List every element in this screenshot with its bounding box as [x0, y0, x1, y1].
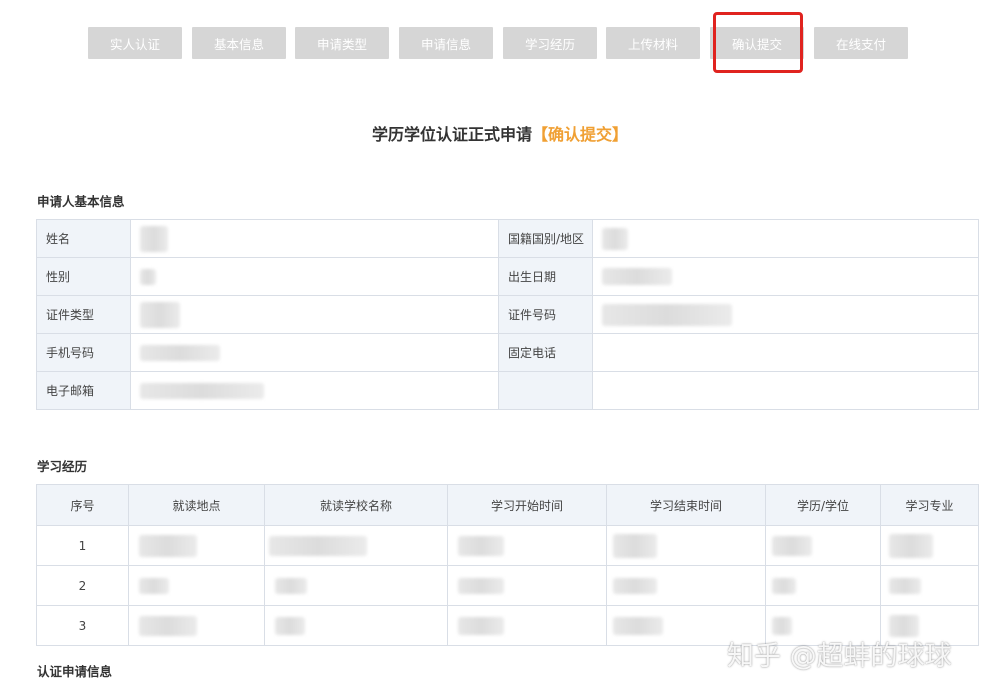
- step-application-type[interactable]: 申请类型: [295, 27, 389, 59]
- id-type-value: [130, 295, 499, 334]
- gender-label: 性别: [36, 257, 131, 296]
- redacted-cell: [765, 525, 881, 566]
- redacted-cell: [264, 565, 448, 606]
- redacted-value: [269, 535, 367, 556]
- nationality-label: 国籍国别/地区: [498, 219, 593, 258]
- table-row: 手机号码 固定电话: [36, 333, 979, 372]
- redacted-cell: [447, 565, 607, 606]
- mobile-label: 手机号码: [36, 333, 131, 372]
- redacted-value: [889, 577, 921, 594]
- zhihu-watermark: 知乎 @超蚌的球球: [727, 641, 952, 672]
- redacted-cell: [264, 525, 448, 566]
- table-row: 1: [36, 525, 979, 566]
- landline-label: 固定电话: [498, 333, 593, 372]
- birth-date-label: 出生日期: [498, 257, 593, 296]
- table-row: 证件类型 证件号码: [36, 295, 979, 334]
- redacted-value: [140, 301, 180, 328]
- row-index: 1: [36, 525, 129, 566]
- education-section-title: 学习经历: [37, 459, 88, 474]
- table-row: 2: [36, 565, 979, 606]
- redacted-value: [613, 616, 663, 635]
- redacted-value: [458, 616, 504, 635]
- step-real-name-auth[interactable]: 实人认证: [88, 27, 182, 59]
- redacted-value: [772, 535, 812, 556]
- redacted-value: [613, 577, 657, 594]
- education-table: 序号 就读地点 就读学校名称 学习开始时间 学习结束时间 学历/学位 学习专业 …: [36, 484, 979, 646]
- table-row: 姓名 国籍国别/地区: [36, 219, 979, 258]
- redacted-value: [275, 577, 307, 594]
- redacted-cell: [128, 605, 265, 646]
- column-header-end-time: 学习结束时间: [606, 484, 766, 526]
- redacted-cell: [264, 605, 448, 646]
- redacted-cell: [447, 525, 607, 566]
- redacted-value: [140, 225, 168, 252]
- redacted-value: [139, 577, 169, 594]
- redacted-value: [772, 616, 792, 635]
- column-header-start-time: 学习开始时间: [447, 484, 607, 526]
- redacted-value: [275, 616, 305, 635]
- certification-section-title: 认证申请信息: [37, 664, 113, 679]
- redacted-value: [140, 268, 156, 285]
- row-index: 3: [36, 605, 129, 646]
- gender-value: [130, 257, 499, 296]
- name-value: [130, 219, 499, 258]
- redacted-value: [140, 344, 220, 361]
- empty-value-cell: [592, 371, 979, 410]
- redacted-cell: [880, 565, 979, 606]
- email-value: [130, 371, 499, 410]
- mobile-value: [130, 333, 499, 372]
- page-title-main: 学历学位认证正式申请: [371, 125, 532, 144]
- column-header-school: 就读学校名称: [264, 484, 448, 526]
- redacted-value: [613, 533, 657, 558]
- column-header-major: 学习专业: [880, 484, 979, 526]
- redacted-value: [602, 268, 672, 285]
- applicant-info-table: 姓名 国籍国别/地区 性别 出生日期 证件类型 证件号码 手机号码 固定电话 电…: [36, 219, 979, 410]
- table-row: 性别 出生日期: [36, 257, 979, 296]
- column-header-degree: 学历/学位: [765, 484, 881, 526]
- redacted-cell: [765, 565, 881, 606]
- name-label: 姓名: [36, 219, 131, 258]
- column-header-location: 就读地点: [128, 484, 265, 526]
- birth-date-value: [592, 257, 979, 296]
- table-header-row: 序号 就读地点 就读学校名称 学习开始时间 学习结束时间 学历/学位 学习专业: [36, 484, 979, 526]
- page-title-status: 【确认提交】: [532, 125, 629, 144]
- redacted-cell: [447, 605, 607, 646]
- id-type-label: 证件类型: [36, 295, 131, 334]
- empty-label-cell: [498, 371, 593, 410]
- redacted-cell: [128, 565, 265, 606]
- applicant-section-title: 申请人基本信息: [37, 194, 125, 209]
- column-header-index: 序号: [36, 484, 129, 526]
- table-row: 电子邮箱: [36, 371, 979, 410]
- redacted-value: [458, 577, 504, 594]
- redacted-cell: [606, 565, 766, 606]
- redacted-value: [458, 535, 504, 556]
- step-online-payment[interactable]: 在线支付: [814, 27, 908, 59]
- page-title: 学历学位认证正式申请【确认提交】: [0, 121, 1000, 145]
- redacted-cell: [606, 525, 766, 566]
- redacted-cell: [128, 525, 265, 566]
- redacted-value: [772, 577, 796, 594]
- redacted-cell: [880, 525, 979, 566]
- redacted-value: [140, 382, 264, 399]
- redacted-value: [139, 534, 197, 557]
- redacted-value: [602, 303, 732, 326]
- step-basic-info[interactable]: 基本信息: [192, 27, 286, 59]
- nationality-value: [592, 219, 979, 258]
- landline-value: [592, 333, 979, 372]
- id-number-value: [592, 295, 979, 334]
- redacted-value: [139, 615, 197, 636]
- step-study-history[interactable]: 学习经历: [503, 27, 597, 59]
- row-index: 2: [36, 565, 129, 606]
- step-confirm-submit[interactable]: 确认提交: [710, 27, 804, 59]
- redacted-value: [889, 533, 933, 558]
- step-application-info[interactable]: 申请信息: [399, 27, 493, 59]
- step-upload-materials[interactable]: 上传材料: [606, 27, 700, 59]
- redacted-value: [602, 227, 628, 250]
- email-label: 电子邮箱: [36, 371, 131, 410]
- id-number-label: 证件号码: [498, 295, 593, 334]
